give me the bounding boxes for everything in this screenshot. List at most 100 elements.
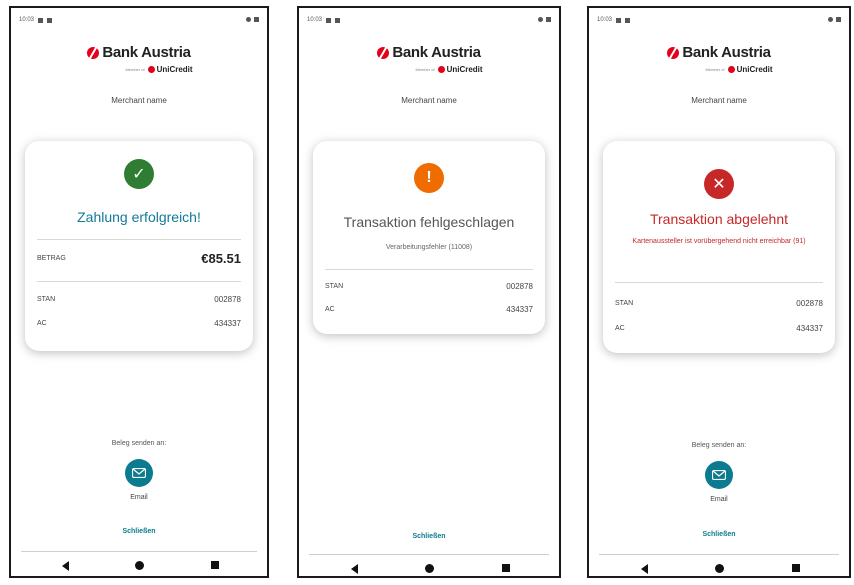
ac-row: AC 434337 xyxy=(325,305,533,314)
ac-label: AC xyxy=(325,306,335,313)
logo-brand-text: Bank Austria xyxy=(392,44,481,61)
divider xyxy=(325,269,533,270)
back-icon[interactable] xyxy=(641,564,648,574)
mail-icon xyxy=(712,470,726,480)
close-link[interactable]: Schließen xyxy=(11,528,267,535)
recent-apps-icon[interactable] xyxy=(210,561,219,569)
home-icon[interactable] xyxy=(425,564,434,573)
unicredit-logo-icon xyxy=(147,65,155,73)
merchant-name: Merchant name xyxy=(401,96,457,105)
status-bar: 10:03 xyxy=(11,14,267,28)
status-bar: 10:03 xyxy=(589,14,849,28)
battery-icon xyxy=(836,17,841,22)
mail-icon xyxy=(132,468,146,478)
result-subtitle: Kartenaussteller ist vorübergehend nicht… xyxy=(632,238,806,245)
notification-icon xyxy=(616,17,622,23)
ac-value: 434337 xyxy=(506,305,533,314)
wifi-icon xyxy=(538,17,543,22)
close-link[interactable]: Schließen xyxy=(299,533,559,540)
stan-row: STAN 002878 xyxy=(615,299,823,308)
notification-icon xyxy=(38,17,44,23)
phone-screen-success: 10:03 Bank Austria Member of UniCredit M… xyxy=(9,6,269,578)
stan-row: STAN 002878 xyxy=(325,282,533,291)
ac-label: AC xyxy=(37,320,47,327)
email-label: Email xyxy=(130,494,148,501)
stan-value: 002878 xyxy=(214,295,241,304)
logo-member-text: Member of xyxy=(125,66,145,72)
bank-austria-logo: Bank Austria Member of UniCredit xyxy=(589,44,849,74)
send-receipt-label: Beleg senden an: xyxy=(111,440,167,447)
result-title: Transaktion fehlgeschlagen xyxy=(343,214,515,230)
recent-apps-icon[interactable] xyxy=(791,564,800,572)
phone-screen-declined: 10:03 Bank Austria Member of UniCredit M… xyxy=(587,6,851,578)
stan-row: STAN 002878 xyxy=(37,295,241,304)
send-receipt-label: Beleg senden an: xyxy=(691,442,747,449)
logo-brand-text: Bank Austria xyxy=(102,44,191,61)
back-icon[interactable] xyxy=(62,561,70,571)
status-time: 10:03 xyxy=(19,17,35,23)
bank-austria-logo: Bank Austria Member of UniCredit xyxy=(299,44,559,74)
divider xyxy=(37,281,241,282)
home-icon[interactable] xyxy=(715,564,724,573)
email-label: Email xyxy=(710,496,728,503)
exclamation-circle-icon: ! xyxy=(414,163,444,193)
x-circle-icon: ✕ xyxy=(704,169,734,199)
stan-label: STAN xyxy=(37,296,56,303)
home-icon[interactable] xyxy=(135,561,144,570)
recent-apps-icon[interactable] xyxy=(501,564,510,572)
notification-icon xyxy=(335,17,341,23)
back-icon[interactable] xyxy=(351,564,358,574)
divider xyxy=(37,239,241,240)
ac-label: AC xyxy=(615,325,625,332)
stan-value: 002878 xyxy=(796,299,823,308)
unicredit-logo-icon xyxy=(437,65,445,73)
bank-austria-logo-mark-icon xyxy=(667,46,680,59)
notification-icon xyxy=(47,17,53,23)
notification-icon xyxy=(625,17,631,23)
notification-icon xyxy=(326,17,332,23)
phone-screen-failed: 10:03 Bank Austria Member of UniCredit M… xyxy=(297,6,561,578)
logo-unicredit-text: UniCredit xyxy=(156,64,193,74)
amount-value: €85.51 xyxy=(201,251,241,266)
logo-member-text: Member of xyxy=(705,66,725,72)
result-card: ✓ Zahlung erfolgreich! BETRAG €85.51 STA… xyxy=(25,141,253,351)
merchant-name: Merchant name xyxy=(691,96,747,105)
status-time: 10:03 xyxy=(597,17,613,23)
logo-unicredit-text: UniCredit xyxy=(446,64,483,74)
nav-divider xyxy=(309,554,549,555)
android-navbar xyxy=(589,559,849,576)
stan-label: STAN xyxy=(325,283,344,290)
result-title: Zahlung erfolgreich! xyxy=(77,209,201,225)
divider xyxy=(615,282,823,283)
logo-member-text: Member of xyxy=(415,66,435,72)
result-card: ✕ Transaktion abgelehnt Kartenaussteller… xyxy=(603,141,835,353)
close-link[interactable]: Schließen xyxy=(589,531,849,538)
bank-austria-logo: Bank Austria Member of UniCredit xyxy=(11,44,267,74)
wifi-icon xyxy=(246,17,251,22)
ac-row: AC 434337 xyxy=(37,319,241,328)
logo-brand-text: Bank Austria xyxy=(682,44,771,61)
stan-label: STAN xyxy=(615,300,634,307)
battery-icon xyxy=(546,17,551,22)
android-navbar xyxy=(299,559,559,576)
ac-value: 434337 xyxy=(214,319,241,328)
result-title: Transaktion abgelehnt xyxy=(649,211,789,227)
email-button[interactable] xyxy=(705,461,733,489)
amount-row: BETRAG €85.51 xyxy=(37,251,241,266)
result-card: ! Transaktion fehlgeschlagen Verarbeitun… xyxy=(313,141,545,334)
bank-austria-logo-mark-icon xyxy=(87,46,100,59)
bank-austria-logo-mark-icon xyxy=(377,46,390,59)
merchant-name: Merchant name xyxy=(111,96,167,105)
status-time: 10:03 xyxy=(307,17,323,23)
check-circle-icon: ✓ xyxy=(124,159,154,189)
unicredit-logo-icon xyxy=(727,65,735,73)
ac-row: AC 434337 xyxy=(615,324,823,333)
logo-unicredit-text: UniCredit xyxy=(736,64,773,74)
status-bar: 10:03 xyxy=(299,14,559,28)
email-button[interactable] xyxy=(125,459,153,487)
nav-divider xyxy=(599,554,839,555)
nav-divider xyxy=(21,551,257,552)
ac-value: 434337 xyxy=(796,324,823,333)
wifi-icon xyxy=(828,17,833,22)
android-navbar xyxy=(11,556,267,576)
